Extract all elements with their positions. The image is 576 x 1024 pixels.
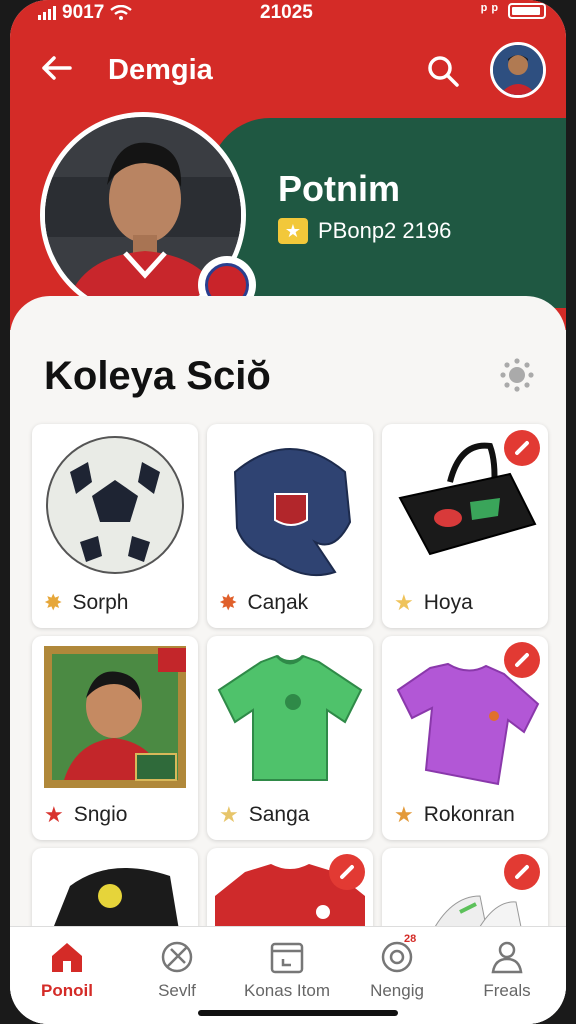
collection-card-6[interactable]: ★ Rokonran xyxy=(382,636,548,840)
rank-text: PBonp2 2196 xyxy=(318,218,452,243)
card-label: ★ Sanga xyxy=(219,802,310,827)
section-title: Koleya Sciŏ xyxy=(44,354,271,398)
wifi-icon xyxy=(110,5,133,20)
red-star-icon: ★ xyxy=(44,802,64,827)
nav-item-ball[interactable]: Sevlf xyxy=(122,939,232,1001)
collection-card-3[interactable]: ★ Hoya xyxy=(382,424,548,628)
collection-card-2[interactable]: ✸ Caŋak xyxy=(207,424,373,628)
user-avatar-image xyxy=(493,45,543,95)
phone-screen: 9017 21025 ᵖ ᵖ Demgia Potnim ★ PBonp2 21… xyxy=(10,0,566,1024)
card-label: ✸ Caŋak xyxy=(219,590,309,615)
remove-item-button[interactable] xyxy=(329,854,365,890)
green-jersey-image xyxy=(217,654,363,781)
collection-card-4[interactable]: ★ Sngio xyxy=(32,636,198,840)
player-rank: ★ PBonp2 2196 xyxy=(278,218,451,244)
collection-card-5[interactable]: ★ Sanga xyxy=(207,636,373,840)
top-bar: Demgia xyxy=(10,40,566,100)
nav-item-target[interactable]: Nengig 28 xyxy=(342,933,452,1001)
soccer-ball-image xyxy=(46,436,184,574)
star-icon: ★ xyxy=(219,802,239,827)
home-indicator xyxy=(198,1010,398,1016)
rank-star-icon: ★ xyxy=(278,218,308,244)
orange-medal-icon: ✸ xyxy=(219,590,238,615)
minus-icon xyxy=(339,864,355,880)
status-bar: 9017 21025 ᵖ ᵖ xyxy=(10,0,566,28)
minus-icon xyxy=(514,440,530,456)
profile-header: 9017 21025 ᵖ ᵖ Demgia Potnim ★ PBonp2 21… xyxy=(10,0,566,330)
card-label: ★ Rokonran xyxy=(394,802,515,827)
nav-item-calendar[interactable]: Konas Itom xyxy=(232,939,342,1001)
orange-star-icon: ★ xyxy=(394,802,414,827)
star-icon: ★ xyxy=(394,590,414,615)
signal-icon xyxy=(38,6,56,20)
gear-icon xyxy=(500,358,534,392)
remove-item-button[interactable] xyxy=(504,642,540,678)
status-time: 21025 xyxy=(260,2,313,23)
player-card-image xyxy=(44,646,186,788)
carrier-text: 9017 xyxy=(62,2,105,23)
bucket-hat-image xyxy=(233,448,352,577)
search-icon xyxy=(428,56,459,87)
nav-item-profile[interactable]: Freals xyxy=(452,939,562,1001)
back-button[interactable] xyxy=(38,50,78,90)
gold-medal-icon: ✸ xyxy=(44,590,63,615)
arrow-left-icon xyxy=(42,56,72,80)
search-button[interactable] xyxy=(424,52,462,90)
calendar-icon xyxy=(270,942,304,974)
remove-item-button[interactable] xyxy=(504,430,540,466)
battery-icon xyxy=(508,3,546,19)
person-icon xyxy=(491,941,523,974)
remove-item-button[interactable] xyxy=(504,854,540,890)
notification-badge: 28 xyxy=(404,933,417,945)
minus-icon xyxy=(514,652,530,668)
card-label: ★ Sngio xyxy=(44,802,128,827)
ball-icon xyxy=(161,941,193,973)
collection-sheet: Koleya Sciŏ ✸ Sorph ✸ Caŋak ★ Hoya ★ Sng… xyxy=(10,296,566,1024)
card-label: ✸ Sorph xyxy=(44,590,129,615)
user-avatar[interactable] xyxy=(490,42,546,98)
player-name: Potnim xyxy=(278,168,400,209)
header-green-panel xyxy=(210,118,566,308)
page-title: Demgia xyxy=(108,54,213,86)
collection-card-1[interactable]: ✸ Sorph xyxy=(32,424,198,628)
home-icon xyxy=(52,943,82,972)
minus-icon xyxy=(514,864,530,880)
nav-item-home[interactable]: Ponoil xyxy=(12,939,122,1001)
card-label: ★ Hoya xyxy=(394,590,473,615)
settings-button[interactable] xyxy=(498,356,536,394)
status-icons-text: ᵖ ᵖ xyxy=(481,2,498,19)
